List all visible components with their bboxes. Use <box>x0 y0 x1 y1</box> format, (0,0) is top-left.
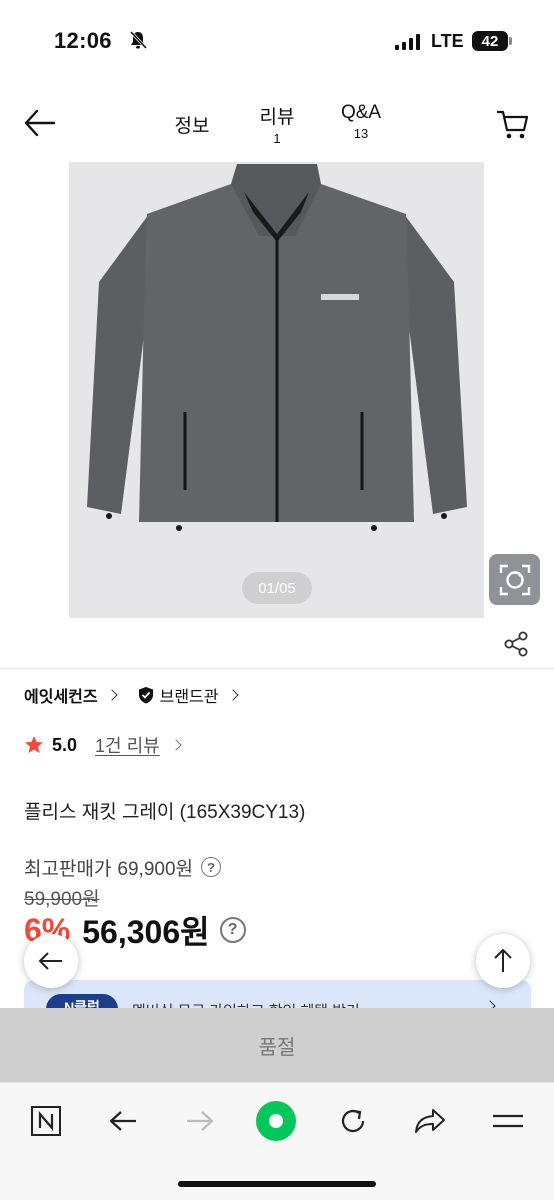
brand-name-link[interactable]: 에잇세컨즈 <box>24 683 98 707</box>
floating-back-button[interactable] <box>24 934 78 988</box>
tab-review[interactable]: 리뷰 1 <box>252 102 302 146</box>
tab-info-label: 정보 <box>174 116 210 137</box>
network-type: LTE <box>431 31 464 51</box>
arrow-left-icon <box>39 952 62 970</box>
review-count-link[interactable]: 1건 리뷰 <box>95 732 160 758</box>
arrow-up-icon <box>494 949 512 972</box>
tab-review-count: 1 <box>273 131 281 146</box>
arrow-right-icon <box>187 1111 214 1131</box>
section-divider <box>0 668 554 669</box>
battery-icon: 42 <box>472 31 508 51</box>
gallery-page-indicator: 01/05 <box>242 572 312 604</box>
tab-qa-count: 13 <box>353 126 369 141</box>
menu-button[interactable] <box>488 1101 528 1141</box>
scroll-to-top-button[interactable] <box>476 934 530 988</box>
naver-n-icon <box>31 1106 61 1136</box>
battery-cap <box>509 37 512 45</box>
silent-bell-icon <box>129 30 148 50</box>
refresh-button[interactable] <box>333 1101 373 1141</box>
product-image[interactable] <box>69 162 484 618</box>
max-price-label: 최고판매가 <box>24 858 112 880</box>
tab-info[interactable]: 정보 <box>168 111 216 138</box>
tab-qa-label: Q&A <box>340 102 382 123</box>
chevron-right-icon <box>226 689 239 701</box>
green-dot-icon <box>256 1101 296 1141</box>
sold-out-button[interactable]: 품절 <box>0 1008 554 1082</box>
camera-lens-icon <box>499 564 530 595</box>
hamburger-menu-icon <box>493 1114 523 1128</box>
status-time: 12:06 <box>54 28 112 53</box>
tab-qa[interactable]: Q&A 13 <box>334 102 388 141</box>
status-bar: 12:06 LTE 42 <box>0 0 554 84</box>
green-dot-button[interactable] <box>254 1099 298 1143</box>
camera-lens-button[interactable] <box>489 554 540 605</box>
rating-row: 5.0 1건 리뷰 <box>24 733 186 757</box>
back-arrow-icon[interactable] <box>22 106 58 140</box>
product-header: 정보 리뷰 1 Q&A 13 <box>0 92 554 152</box>
share-arrow-icon <box>415 1109 445 1133</box>
browser-back-button[interactable] <box>103 1101 143 1141</box>
shopping-cart-icon[interactable] <box>496 108 530 140</box>
naver-home-button[interactable] <box>26 1101 66 1141</box>
product-title: 플리스 재킷 그레이 (165X39CY13) <box>24 802 306 823</box>
shield-check-icon <box>138 687 153 704</box>
max-price-value: 69,900원 <box>117 858 193 880</box>
rating-value: 5.0 <box>52 734 78 755</box>
star-icon <box>25 736 43 753</box>
home-indicator <box>178 1181 376 1187</box>
signal-icon <box>395 34 420 50</box>
help-question-icon[interactable]: ? <box>201 857 221 877</box>
max-price-row: 최고판매가 69,900원 ? <box>24 855 221 880</box>
help-question-icon[interactable]: ? <box>219 917 246 943</box>
chevron-right-icon <box>105 689 118 701</box>
sale-price: 56,306원 <box>82 914 210 950</box>
browser-forward-button[interactable] <box>180 1101 220 1141</box>
brand-row: 에잇세컨즈 브랜드관 <box>24 684 243 706</box>
fleece-jacket-illustration <box>87 164 467 531</box>
tab-review-label: 리뷰 <box>259 107 295 128</box>
share-forward-button[interactable] <box>410 1101 450 1141</box>
share-icon[interactable] <box>502 630 530 658</box>
refresh-icon <box>341 1109 365 1133</box>
arrow-left-icon <box>109 1111 136 1131</box>
brand-shop-link[interactable]: 브랜드관 <box>160 683 219 707</box>
chevron-right-icon <box>170 739 182 751</box>
